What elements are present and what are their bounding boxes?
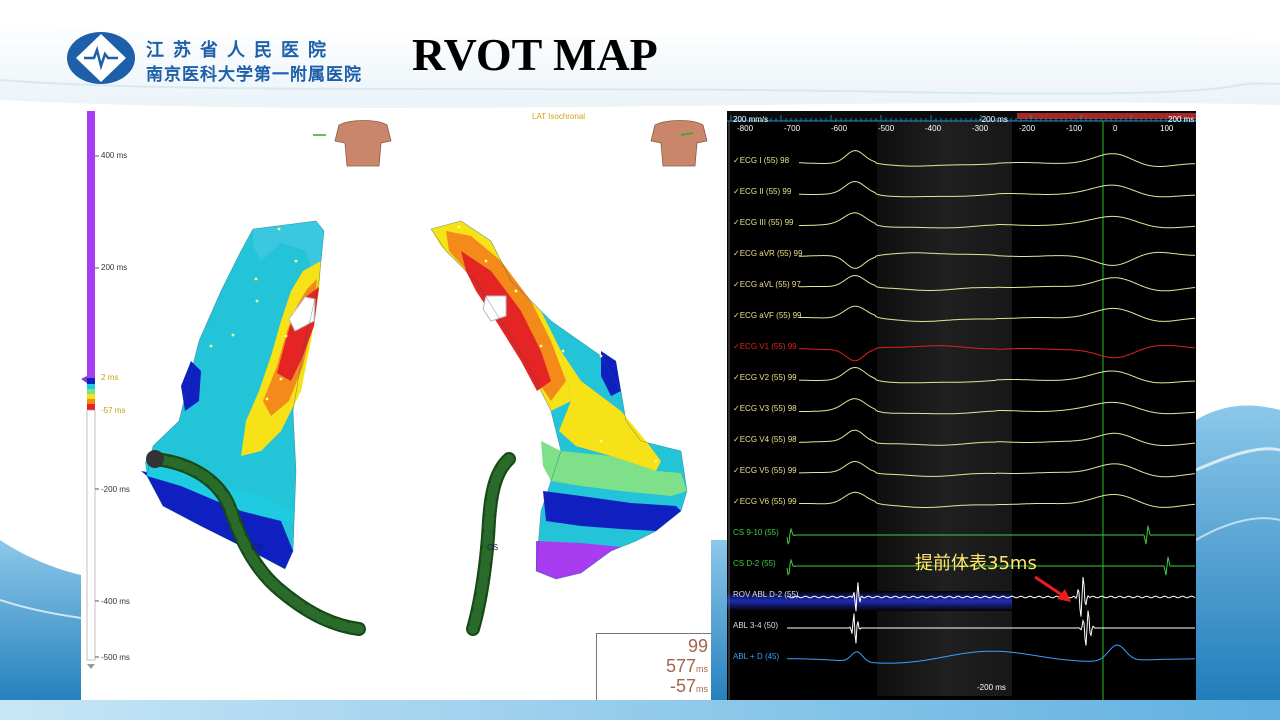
readout-lat-value: 577ms	[665, 656, 708, 676]
time-axis-tick: -800	[737, 124, 754, 133]
hospital-logo	[67, 32, 135, 84]
channel-label[interactable]: ✓ECG V3 (55) 98	[733, 404, 797, 413]
channel-label[interactable]: ✓ECG V5 (55) 99	[733, 466, 797, 475]
bottom-scale-label: -200 ms	[977, 683, 1006, 692]
time-axis-tick: -200	[1019, 124, 1036, 133]
channel-label[interactable]: ✓ECG V2 (55) 99	[733, 373, 797, 382]
right-range-label: 200 ms	[1168, 115, 1195, 124]
channel-label[interactable]: ✓ECG I (55) 98	[733, 156, 789, 165]
channel-label[interactable]: ✓ECG III (55) 99	[733, 218, 794, 227]
channel-label[interactable]: ✓ECG aVL (55) 97	[733, 280, 801, 289]
readout-value: 99	[687, 636, 708, 656]
channel-label[interactable]: CS 9-10 (55)	[733, 528, 779, 537]
sweep-speed-label: 200 mm/s	[733, 115, 769, 124]
channel-label[interactable]: ✓ECG II (55) 99	[733, 187, 791, 196]
channel-label[interactable]: ✓ECG aVF (55) 99	[733, 311, 802, 320]
channel-label[interactable]: ABL 3-4 (50)	[733, 621, 778, 630]
channel-label[interactable]: ✓ECG V6 (55) 99	[733, 497, 797, 506]
channel-label[interactable]: ✓ECG V1 (55) 99	[733, 342, 797, 351]
channel-label[interactable]: ✓ECG V4 (55) 98	[733, 435, 797, 444]
scale-tick-label: -400 ms	[101, 597, 130, 606]
catheter-label: CS	[487, 543, 499, 552]
channel-label[interactable]: ✓ECG aVR (55) 99	[733, 249, 802, 258]
activation-map-panel: 400 ms 200 ms 2 ms -57 ms -200 ms -400 m…	[81, 111, 711, 700]
map-title: LAT Isochronal	[532, 112, 586, 121]
hospital-name-line-1: 江苏省人民医院	[146, 40, 335, 61]
time-axis-tick: -500	[878, 124, 895, 133]
ecg-waveform-panel: 200 mm/s -200 ms 200 ms -800 -700 -600 -500…	[727, 111, 1196, 700]
scale-tick-label: -200 ms	[101, 485, 130, 494]
annotation-text: 提前体表35ms	[915, 553, 1037, 574]
lat-color-scale	[81, 111, 99, 669]
time-axis-tick: 100	[1160, 124, 1174, 133]
point-readout-box: 99 577ms -57ms	[596, 633, 711, 700]
time-axis-tick: -100	[1066, 124, 1083, 133]
window-label: -200 ms	[979, 115, 1008, 124]
rvot-map-right-view[interactable]	[430, 220, 688, 636]
catheter-label: CS	[251, 543, 263, 552]
scale-tick-label: -57 ms	[101, 406, 126, 415]
time-axis-tick: -600	[831, 124, 848, 133]
scale-tick-label: -500 ms	[101, 653, 130, 662]
slide-title: RVOT MAP	[412, 29, 658, 80]
torso-front-orientation-icon[interactable]	[650, 120, 708, 167]
time-axis-tick: 0	[1113, 124, 1118, 133]
rvot-map-left-view[interactable]	[141, 220, 366, 636]
readout-lat-relative-value: -57ms	[669, 676, 708, 696]
scale-tick-label: 400 ms	[101, 151, 128, 160]
channel-label[interactable]: ABL + D (45)	[733, 652, 779, 661]
hospital-name-line-2: 南京医科大学第一附属医院	[146, 65, 362, 85]
time-axis-tick: -400	[925, 124, 942, 133]
scale-tick-label: 200 ms	[101, 263, 128, 272]
scale-tick-label: 2 ms	[101, 373, 119, 382]
time-axis-tick: -700	[784, 124, 801, 133]
channel-label[interactable]: CS D-2 (55)	[733, 559, 776, 568]
time-axis-tick: -300	[972, 124, 989, 133]
torso-back-orientation-icon[interactable]	[313, 120, 392, 167]
channel-label[interactable]: ROV ABL D-2 (55)	[733, 590, 799, 599]
